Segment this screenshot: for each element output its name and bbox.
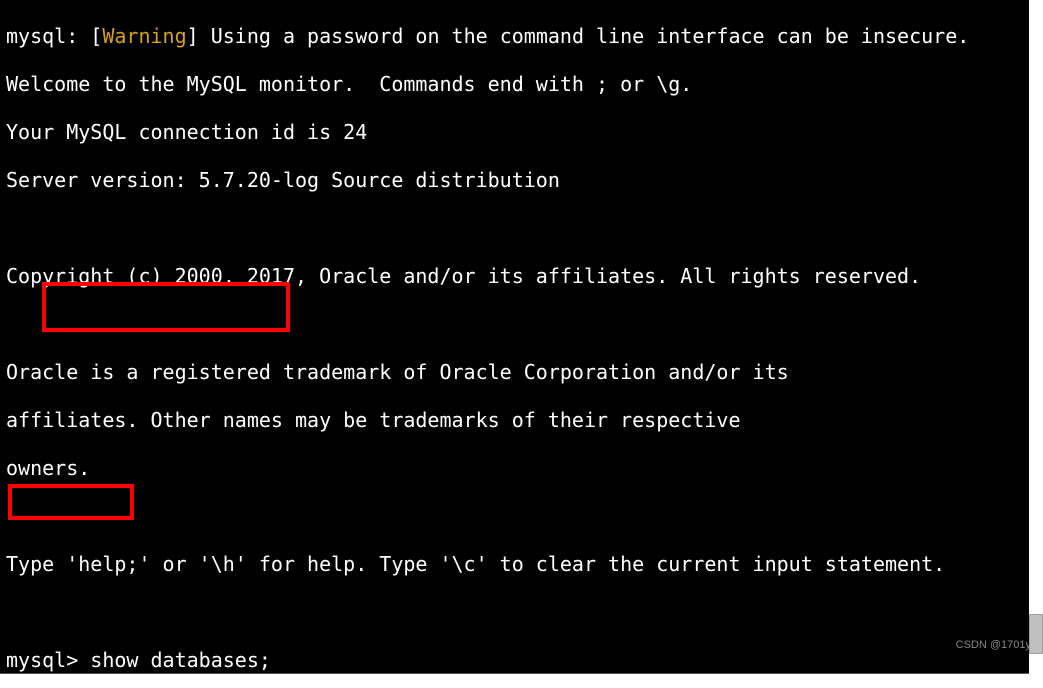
scrollbar-thumb[interactable] — [1029, 614, 1043, 654]
output-line: Type 'help;' or '\h' for help. Type '\c'… — [6, 552, 1033, 576]
text: ] Using a password on the command line i… — [187, 24, 970, 48]
terminal-window[interactable]: mysql: [Warning] Using a password on the… — [0, 0, 1039, 674]
text: mysql: [ — [6, 24, 102, 48]
output-line — [6, 504, 1033, 528]
output-line: owners. — [6, 456, 1033, 480]
output-line: Server version: 5.7.20-log Source distri… — [6, 168, 1033, 192]
output-line: Copyright (c) 2000, 2017, Oracle and/or … — [6, 264, 1033, 288]
output-line — [6, 600, 1033, 624]
output-line — [6, 216, 1033, 240]
output-line: Oracle is a registered trademark of Orac… — [6, 360, 1033, 384]
output-line: Welcome to the MySQL monitor. Commands e… — [6, 72, 1033, 96]
warning-label: Warning — [102, 24, 186, 48]
scrollbar-track[interactable] — [1029, 0, 1043, 674]
mysql-prompt-command: mysql> show databases; — [6, 648, 1033, 672]
output-line — [6, 312, 1033, 336]
output-line: affiliates. Other names may be trademark… — [6, 408, 1033, 432]
watermark-text: CSDN @1701y — [956, 633, 1031, 657]
output-line: Your MySQL connection id is 24 — [6, 120, 1033, 144]
output-line: mysql: [Warning] Using a password on the… — [6, 24, 1033, 48]
